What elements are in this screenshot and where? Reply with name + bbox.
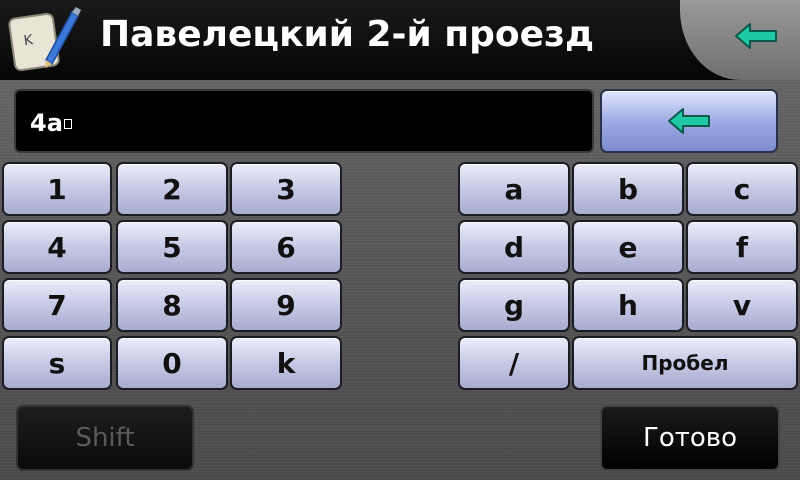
arrow-left-icon bbox=[735, 23, 777, 49]
search-input[interactable]: 4а bbox=[14, 89, 594, 153]
key-s[interactable]: s bbox=[2, 336, 112, 390]
back-button[interactable] bbox=[728, 14, 784, 58]
input-text: 4а bbox=[30, 109, 63, 137]
key-g[interactable]: g bbox=[458, 278, 570, 332]
key-5[interactable]: 5 bbox=[116, 220, 228, 274]
done-button[interactable]: Готово bbox=[600, 405, 780, 471]
space-key[interactable]: Пробел bbox=[572, 336, 798, 390]
key-7[interactable]: 7 bbox=[2, 278, 112, 332]
key-f[interactable]: f bbox=[686, 220, 798, 274]
key-h[interactable]: h bbox=[572, 278, 684, 332]
key-8[interactable]: 8 bbox=[116, 278, 228, 332]
key-k[interactable]: k bbox=[230, 336, 342, 390]
key-e[interactable]: e bbox=[572, 220, 684, 274]
page-title: Павелецкий 2-й проезд bbox=[100, 14, 595, 55]
key-6[interactable]: 6 bbox=[230, 220, 342, 274]
text-cursor bbox=[63, 119, 72, 129]
keyboard-pen-icon: K bbox=[6, 6, 84, 74]
key-3[interactable]: 3 bbox=[230, 162, 342, 216]
key-2[interactable]: 2 bbox=[116, 162, 228, 216]
key-4[interactable]: 4 bbox=[2, 220, 112, 274]
key-d[interactable]: d bbox=[458, 220, 570, 274]
backspace-button[interactable] bbox=[600, 89, 778, 153]
key-slash[interactable]: / bbox=[458, 336, 570, 390]
title-bar: K Павелецкий 2-й проезд bbox=[0, 0, 800, 80]
key-a[interactable]: a bbox=[458, 162, 570, 216]
arrow-left-icon bbox=[668, 108, 710, 134]
key-c[interactable]: c bbox=[686, 162, 798, 216]
shift-button[interactable]: Shift bbox=[16, 405, 194, 471]
key-b[interactable]: b bbox=[572, 162, 684, 216]
key-v[interactable]: v bbox=[686, 278, 798, 332]
key-1[interactable]: 1 bbox=[2, 162, 112, 216]
key-0[interactable]: 0 bbox=[116, 336, 228, 390]
key-9[interactable]: 9 bbox=[230, 278, 342, 332]
input-value: 4а bbox=[30, 109, 72, 137]
